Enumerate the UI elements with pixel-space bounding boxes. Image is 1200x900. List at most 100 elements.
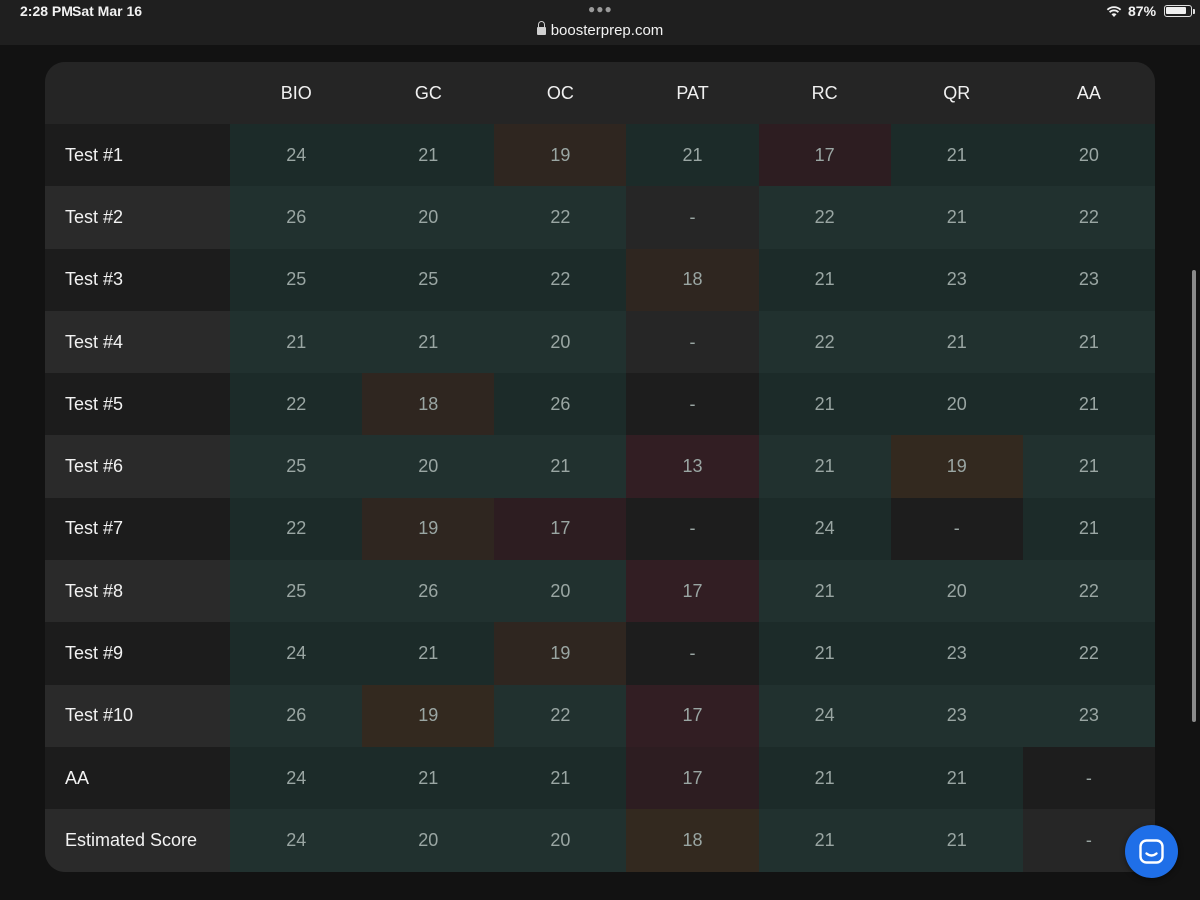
row-label: Test #8 [45, 560, 231, 623]
row-label: Test #2 [45, 186, 231, 249]
score-cell: 22 [494, 684, 627, 747]
score-cell: 21 [890, 809, 1023, 872]
score-cell: - [626, 310, 759, 374]
score-cell: 26 [230, 186, 363, 249]
score-cell: 23 [890, 622, 1023, 685]
score-cell: 20 [362, 435, 495, 498]
row-label: AA [45, 746, 231, 810]
row-label: Test #10 [45, 684, 231, 747]
score-cell: 22 [1022, 560, 1155, 623]
table-row: Test #9 24 21 19-21 23 22 [45, 622, 1155, 685]
table-row: AA 24 21 21 17 21 21- [45, 746, 1155, 810]
score-cell: 13 [626, 435, 759, 498]
score-cell: 24 [758, 684, 891, 747]
score-cell: 20 [890, 560, 1023, 623]
wifi-icon [1106, 6, 1122, 17]
table-row: Test #5 22 18 26-21 20 21 [45, 373, 1155, 436]
status-date: Sat Mar 16 [72, 3, 143, 19]
lock-icon [536, 21, 546, 35]
table-row: Test #3 25 25 22 18 21 23 23 [45, 248, 1155, 311]
score-cell: - [626, 622, 759, 685]
chat-button[interactable] [1125, 825, 1178, 878]
battery-percent: 87% [1128, 3, 1157, 19]
score-cell: 25 [362, 248, 495, 311]
column-header-qr: QR [890, 62, 1023, 124]
score-cell: 20 [890, 373, 1023, 436]
score-cell: 25 [230, 248, 363, 311]
score-cell: 18 [362, 373, 495, 436]
score-cell: 22 [494, 248, 627, 311]
column-header-gc: GC [362, 62, 495, 124]
table-row: Test #8 25 26 20 17 21 20 22 [45, 560, 1155, 623]
score-cell: 21 [758, 373, 891, 436]
score-cell: 19 [362, 684, 495, 747]
score-cell: 22 [230, 373, 363, 436]
battery-cap [1193, 9, 1195, 14]
score-cell: 21 [758, 622, 891, 685]
chat-icon [1139, 839, 1164, 864]
score-cell: 22 [758, 186, 891, 249]
score-cell: 18 [626, 809, 759, 872]
column-header-bio: BIO [230, 62, 363, 124]
score-cell: 21 [1022, 373, 1155, 436]
score-cell: 24 [230, 746, 363, 810]
corner-cell [45, 62, 231, 124]
score-cell: 20 [494, 310, 627, 374]
score-cell: 21 [758, 809, 891, 872]
score-table: BIO GC OC PAT RC QR AA Test #1 24 21 19 21 17 21 20 Te… [45, 62, 1155, 872]
score-cell: 21 [758, 746, 891, 810]
status-time: 2:28 PM [20, 3, 73, 19]
row-label: Test #9 [45, 622, 231, 685]
score-table-card: BIO GC OC PAT RC QR AA Test #1 24 21 19 21 17 21 20 Te… [45, 62, 1155, 872]
row-label: Test #5 [45, 373, 231, 436]
score-cell: 20 [494, 560, 627, 623]
more-dots-icon[interactable]: ●●● [588, 2, 613, 16]
score-cell: 21 [758, 248, 891, 311]
score-cell: 19 [362, 497, 495, 561]
table-row: Test #2 26 20 22-22 21 22 [45, 186, 1155, 249]
table-row: Estimated Score 24 20 20 18 21 21- [45, 809, 1155, 872]
score-cell: 20 [494, 809, 627, 872]
score-cell: 23 [1022, 248, 1155, 311]
score-cell: 21 [758, 560, 891, 623]
score-cell: 21 [1022, 435, 1155, 498]
score-cell: 17 [626, 746, 759, 810]
score-cell: 26 [230, 684, 363, 747]
score-cell: 18 [626, 248, 759, 311]
score-cell: 24 [230, 809, 363, 872]
score-cell: 17 [626, 684, 759, 747]
score-cell: 20 [362, 186, 495, 249]
score-cell: 26 [494, 373, 627, 436]
row-label: Test #6 [45, 435, 231, 498]
score-cell: 21 [362, 310, 495, 374]
score-cell: 23 [890, 248, 1023, 311]
table-body: Test #1 24 21 19 21 17 21 20 Test #2 26 20 22-22 21 2… [45, 124, 1155, 872]
score-cell: 21 [494, 435, 627, 498]
score-cell: 24 [230, 622, 363, 685]
score-cell: 25 [230, 560, 363, 623]
score-cell: 21 [890, 746, 1023, 810]
score-cell: 26 [362, 560, 495, 623]
score-cell: 22 [758, 310, 891, 374]
score-cell: 22 [494, 186, 627, 249]
column-header-oc: OC [494, 62, 627, 124]
score-cell: 22 [230, 497, 363, 561]
row-label: Estimated Score [45, 809, 231, 872]
score-cell: 21 [626, 124, 759, 187]
address-bar[interactable]: boosterprep.com [0, 21, 1200, 39]
score-cell: 21 [1022, 310, 1155, 374]
column-header-pat: PAT [626, 62, 759, 124]
table-row: Test #6 25 20 21 13 21 19 21 [45, 435, 1155, 498]
score-cell: 24 [230, 124, 363, 187]
row-label: Test #3 [45, 248, 231, 311]
row-label: Test #7 [45, 497, 231, 561]
header-row: BIO GC OC PAT RC QR AA [45, 62, 1155, 124]
row-label: Test #4 [45, 310, 231, 374]
score-cell: 21 [758, 435, 891, 498]
score-cell: 21 [890, 186, 1023, 249]
scrollbar[interactable] [1192, 270, 1196, 722]
table-row: Test #1 24 21 19 21 17 21 20 [45, 124, 1155, 187]
score-cell: 21 [362, 746, 495, 810]
score-cell: 17 [626, 560, 759, 623]
score-cell: 22 [1022, 186, 1155, 249]
